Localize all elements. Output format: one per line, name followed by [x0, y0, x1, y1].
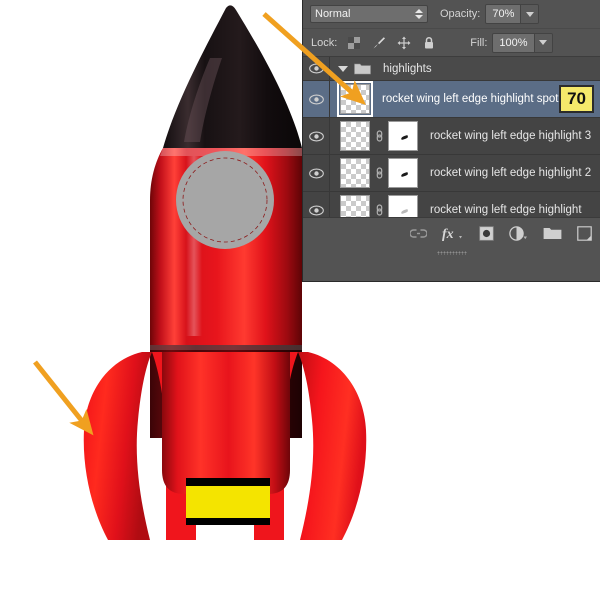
link-layers-icon[interactable]	[410, 227, 427, 240]
rocket-nose-cone	[163, 5, 302, 148]
blend-mode-value: Normal	[315, 8, 414, 20]
layer-thumbnails[interactable]	[330, 195, 418, 217]
panel-blend-opacity-row: Normal Opacity: 70%	[303, 0, 600, 29]
mask-link-icon[interactable]	[374, 166, 384, 180]
mask-link-icon[interactable]	[374, 129, 384, 143]
eye-icon	[309, 205, 324, 216]
layer-mask-thumbnail[interactable]	[388, 195, 418, 217]
layer-thumbnails[interactable]	[330, 84, 370, 114]
layer-style-fx-icon[interactable]: fx	[442, 226, 464, 241]
engine-band-top	[186, 478, 270, 486]
layer-row[interactable]: rocket wing left edge highlight 2	[303, 155, 600, 192]
layer-thumbnail[interactable]	[340, 158, 370, 188]
new-group-folder-icon[interactable]	[543, 226, 562, 240]
fill-label: Fill:	[470, 37, 487, 49]
photoshop-layers-panel[interactable]: Normal Opacity: 70% Lock:	[302, 0, 600, 282]
chevron-updown-icon[interactable]	[414, 8, 423, 20]
layer-name: rocket wing left edge highlight 2	[418, 167, 600, 179]
layer-group-row-highlights[interactable]: highlights	[303, 57, 600, 81]
eye-icon	[309, 94, 324, 105]
eye-icon	[309, 63, 324, 74]
eye-icon	[309, 131, 324, 142]
panel-resize-gripper[interactable]	[303, 248, 600, 258]
fill-field[interactable]: 100%	[492, 33, 552, 53]
lock-all-icon[interactable]	[422, 36, 436, 50]
mask-link-icon[interactable]	[374, 203, 384, 217]
layer-visibility-toggle[interactable]	[303, 81, 330, 117]
transparency-lock-icon[interactable]	[347, 36, 361, 50]
layer-name: rocket wing left edge highlight spot	[370, 93, 559, 105]
eye-icon	[309, 168, 324, 179]
new-layer-icon[interactable]	[577, 226, 592, 241]
rocket-lower-body	[162, 352, 290, 494]
opacity-label: Opacity:	[440, 8, 480, 20]
opacity-dropdown-button[interactable]	[520, 5, 538, 23]
layer-visibility-toggle[interactable]	[303, 155, 330, 191]
screenshot-stage: PSD Normal Opacity: 70%	[0, 0, 600, 600]
opacity-field[interactable]: 70%	[485, 4, 539, 24]
layers-list[interactable]: highlights rocket wing left edge highlig…	[303, 57, 600, 217]
panel-lock-row: Lock:	[303, 29, 600, 57]
chevron-down-icon	[539, 40, 547, 45]
layer-name: rocket wing left edge highlight	[418, 204, 600, 216]
brush-lock-icon[interactable]	[372, 36, 386, 50]
layer-thumbnails[interactable]	[330, 158, 418, 188]
layer-thumbnail[interactable]	[340, 195, 370, 217]
rocket-fin-far-right	[298, 352, 366, 540]
layer-row[interactable]: rocket wing left edge highlight 3	[303, 118, 600, 155]
chevron-down-icon	[526, 12, 534, 17]
layer-visibility-toggle[interactable]	[303, 192, 330, 217]
layers-panel-toolbar[interactable]: fx	[303, 217, 600, 248]
add-layer-mask-icon[interactable]	[479, 226, 494, 241]
svg-text:fx: fx	[442, 227, 454, 241]
layer-mask-thumbnail[interactable]	[388, 158, 418, 188]
layer-row[interactable]: rocket wing left edge highlight spot 70	[303, 81, 600, 118]
layer-name: rocket wing left edge highlight 3	[418, 130, 600, 142]
fill-value: 100%	[493, 34, 533, 52]
engine-band-bottom	[186, 518, 270, 525]
layer-mask-thumbnail[interactable]	[388, 121, 418, 151]
layer-visibility-toggle[interactable]	[303, 118, 330, 154]
group-visibility-toggle[interactable]	[303, 57, 330, 80]
folder-icon	[354, 62, 371, 75]
rocket-porthole	[176, 151, 274, 249]
layer-group-name: highlights	[383, 63, 432, 75]
lock-label: Lock:	[311, 37, 337, 49]
opacity-value: 70%	[486, 5, 520, 23]
grip-dots-icon	[437, 251, 467, 255]
position-lock-icon[interactable]	[397, 36, 411, 50]
layer-thumbnails[interactable]	[330, 121, 418, 151]
blend-mode-select[interactable]: Normal	[310, 5, 428, 23]
engine-band-yellow	[186, 486, 270, 518]
layer-thumbnail[interactable]	[340, 84, 370, 114]
fill-dropdown-button[interactable]	[534, 34, 552, 52]
new-adjustment-layer-icon[interactable]	[509, 226, 528, 241]
chevron-down-icon[interactable]	[338, 66, 348, 72]
opacity-highlight-badge: 70	[559, 85, 594, 113]
layer-row[interactable]: rocket wing left edge highlight	[303, 192, 600, 217]
layer-thumbnail[interactable]	[340, 121, 370, 151]
rocket-fin-far-left	[84, 352, 152, 540]
